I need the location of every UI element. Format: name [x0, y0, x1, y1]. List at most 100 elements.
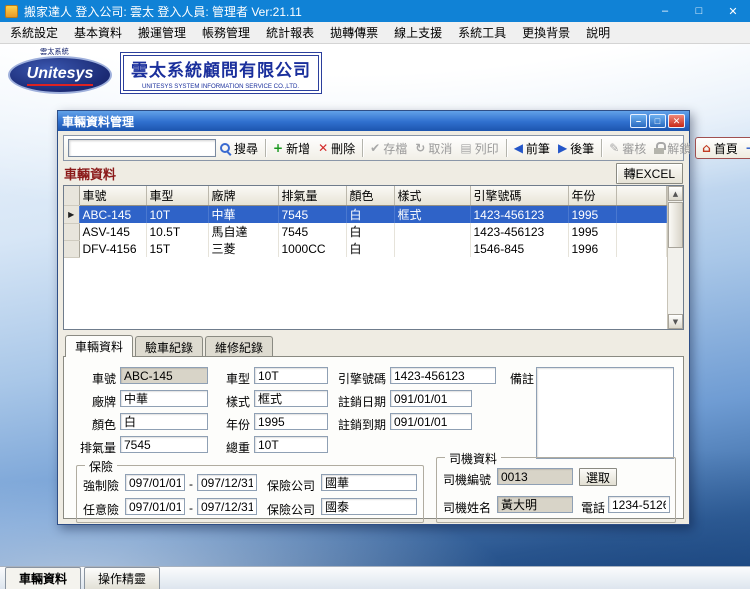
cell[interactable]: 1995 — [568, 205, 617, 223]
menu-item-change-background[interactable]: 更換背景 — [514, 22, 578, 43]
style-field[interactable] — [254, 390, 328, 407]
table-row[interactable]: ASV-145 10.5T 馬自達 7545 白 1423-456123 199… — [64, 223, 667, 241]
cancel-date-field[interactable] — [390, 390, 472, 407]
vertical-scrollbar[interactable]: ▲ ▼ — [667, 186, 683, 329]
pick-driver-button[interactable]: 選取 — [579, 468, 618, 486]
cell[interactable]: 1423-456123 — [470, 205, 569, 223]
brand-field[interactable] — [120, 390, 208, 407]
scroll-up-icon[interactable]: ▲ — [668, 186, 683, 201]
table-row[interactable]: DFV-4156 15T 三菱 1000CC 白 1546-845 1996 — [64, 240, 667, 258]
bottom-tab-operation-wizard[interactable]: 操作精靈 — [84, 567, 161, 589]
home-button[interactable]: ⌂ 首頁 — [698, 138, 742, 159]
cell[interactable]: 15T — [146, 240, 209, 257]
cell[interactable]: ABC-145 — [79, 205, 147, 223]
cell-filler[interactable] — [616, 205, 667, 223]
year-field[interactable] — [254, 413, 328, 430]
cancel-due-label: 註銷到期 — [337, 418, 386, 432]
cell[interactable]: 10T — [146, 205, 209, 223]
cell[interactable]: 7545 — [278, 223, 347, 240]
maximize-button[interactable]: □ — [682, 0, 716, 22]
compulsory-from-field[interactable] — [125, 474, 185, 491]
voluntary-from-field[interactable] — [125, 498, 185, 515]
add-button[interactable]: + 新增 — [269, 138, 314, 159]
menu-item-online-support[interactable]: 線上支援 — [386, 22, 450, 43]
bottom-tab-vehicle-data[interactable]: 車輛資料 — [5, 567, 82, 589]
note-textarea[interactable] — [536, 367, 674, 459]
cell[interactable] — [394, 223, 471, 240]
child-maximize-button[interactable]: □ — [649, 114, 666, 128]
cell-filler[interactable] — [616, 240, 667, 257]
next-record-button[interactable]: ▶ 後筆 — [554, 138, 598, 159]
color-field[interactable] — [120, 413, 208, 430]
tab-maintenance-records[interactable]: 維修紀錄 — [205, 336, 274, 357]
cell[interactable]: DFV-4156 — [79, 240, 147, 257]
cell[interactable]: 1995 — [568, 223, 617, 240]
menu-item-basic-data[interactable]: 基本資料 — [66, 22, 130, 43]
cell[interactable]: 中華 — [208, 205, 279, 223]
previous-record-button[interactable]: ◀ 前筆 — [510, 138, 554, 159]
export-excel-button[interactable]: 轉EXCEL — [615, 163, 683, 184]
minimize-button[interactable]: – — [648, 0, 682, 22]
tab-inspection-records[interactable]: 驗車紀錄 — [135, 336, 204, 357]
delete-button[interactable]: ✕ 刪除 — [314, 138, 359, 159]
compulsory-company-field[interactable] — [321, 474, 417, 491]
cell[interactable]: 框式 — [394, 205, 471, 223]
date-separator: - — [189, 501, 193, 515]
child-minimize-button[interactable]: – — [630, 114, 647, 128]
row-selector-cell[interactable] — [64, 240, 80, 258]
compulsory-to-field[interactable] — [197, 474, 257, 491]
search-button[interactable]: 搜尋 — [216, 138, 262, 159]
menu-item-statistics-report[interactable]: 統計報表 — [258, 22, 322, 43]
cell[interactable] — [394, 240, 471, 257]
cell[interactable]: 1996 — [568, 240, 617, 257]
toolbar-separator — [601, 139, 603, 157]
exit-icon: → — [746, 142, 750, 154]
note-label: 備註 — [509, 372, 534, 386]
engine-no-field[interactable] — [390, 367, 496, 384]
cell[interactable]: 白 — [346, 223, 395, 240]
cell[interactable]: 馬自達 — [208, 223, 279, 240]
close-button[interactable]: ✕ — [716, 0, 750, 22]
menu-item-moving-management[interactable]: 搬運管理 — [130, 22, 194, 43]
model-field[interactable] — [254, 367, 328, 384]
cell[interactable]: ASV-145 — [79, 223, 147, 240]
menu-item-system-tools[interactable]: 系統工具 — [450, 22, 514, 43]
cell[interactable]: 三菱 — [208, 240, 279, 257]
cell[interactable]: 1546-845 — [470, 240, 569, 257]
scrollbar-thumb[interactable] — [668, 202, 683, 248]
menu-item-system-config[interactable]: 系統設定 — [2, 22, 66, 43]
cell[interactable]: 白 — [346, 205, 395, 223]
cancel-button: ↻ 取消 — [411, 138, 456, 159]
table-row[interactable]: ▶ ABC-145 10T 中華 7545 白 框式 1423-456123 1… — [64, 205, 667, 224]
tab-vehicle-data[interactable]: 車輛資料 — [65, 335, 134, 357]
cell[interactable]: 白 — [346, 240, 395, 257]
row-selector-cell[interactable] — [64, 223, 80, 241]
menu-item-voucher-transfer[interactable]: 拋轉傳票 — [322, 22, 386, 43]
scroll-down-icon[interactable]: ▼ — [668, 314, 683, 329]
driver-phone-label: 電話 — [581, 501, 606, 515]
next-record-icon: ▶ — [557, 141, 568, 155]
vehicle-window-titlebar[interactable]: 車輛資料管理 – □ ✕ — [58, 111, 689, 131]
voluntary-to-field[interactable] — [197, 498, 257, 515]
displacement-field[interactable] — [120, 436, 208, 453]
cancel-due-field[interactable] — [390, 413, 472, 430]
cell[interactable]: 1423-456123 — [470, 223, 569, 240]
toolbar-separator — [505, 139, 507, 157]
menu-item-help[interactable]: 說明 — [578, 22, 618, 43]
menu-item-accounting[interactable]: 帳務管理 — [194, 22, 258, 43]
gross-weight-field[interactable] — [254, 436, 328, 453]
cell-filler[interactable] — [616, 223, 667, 240]
child-close-button[interactable]: ✕ — [668, 114, 685, 128]
save-button-label: 存檔 — [383, 141, 408, 156]
cell[interactable]: 10.5T — [146, 223, 209, 240]
exit-button[interactable]: → 離開 — [742, 138, 750, 159]
vehicle-no-field — [120, 367, 208, 384]
scrollbar-track[interactable] — [668, 201, 683, 314]
voluntary-insurance-label: 任意險 — [83, 503, 120, 517]
row-selector-cell[interactable]: ▶ — [64, 205, 80, 224]
driver-phone-field[interactable] — [608, 496, 670, 513]
cell[interactable]: 1000CC — [278, 240, 347, 257]
search-input[interactable] — [68, 139, 216, 157]
cell[interactable]: 7545 — [278, 205, 347, 223]
voluntary-company-field[interactable] — [321, 498, 417, 515]
